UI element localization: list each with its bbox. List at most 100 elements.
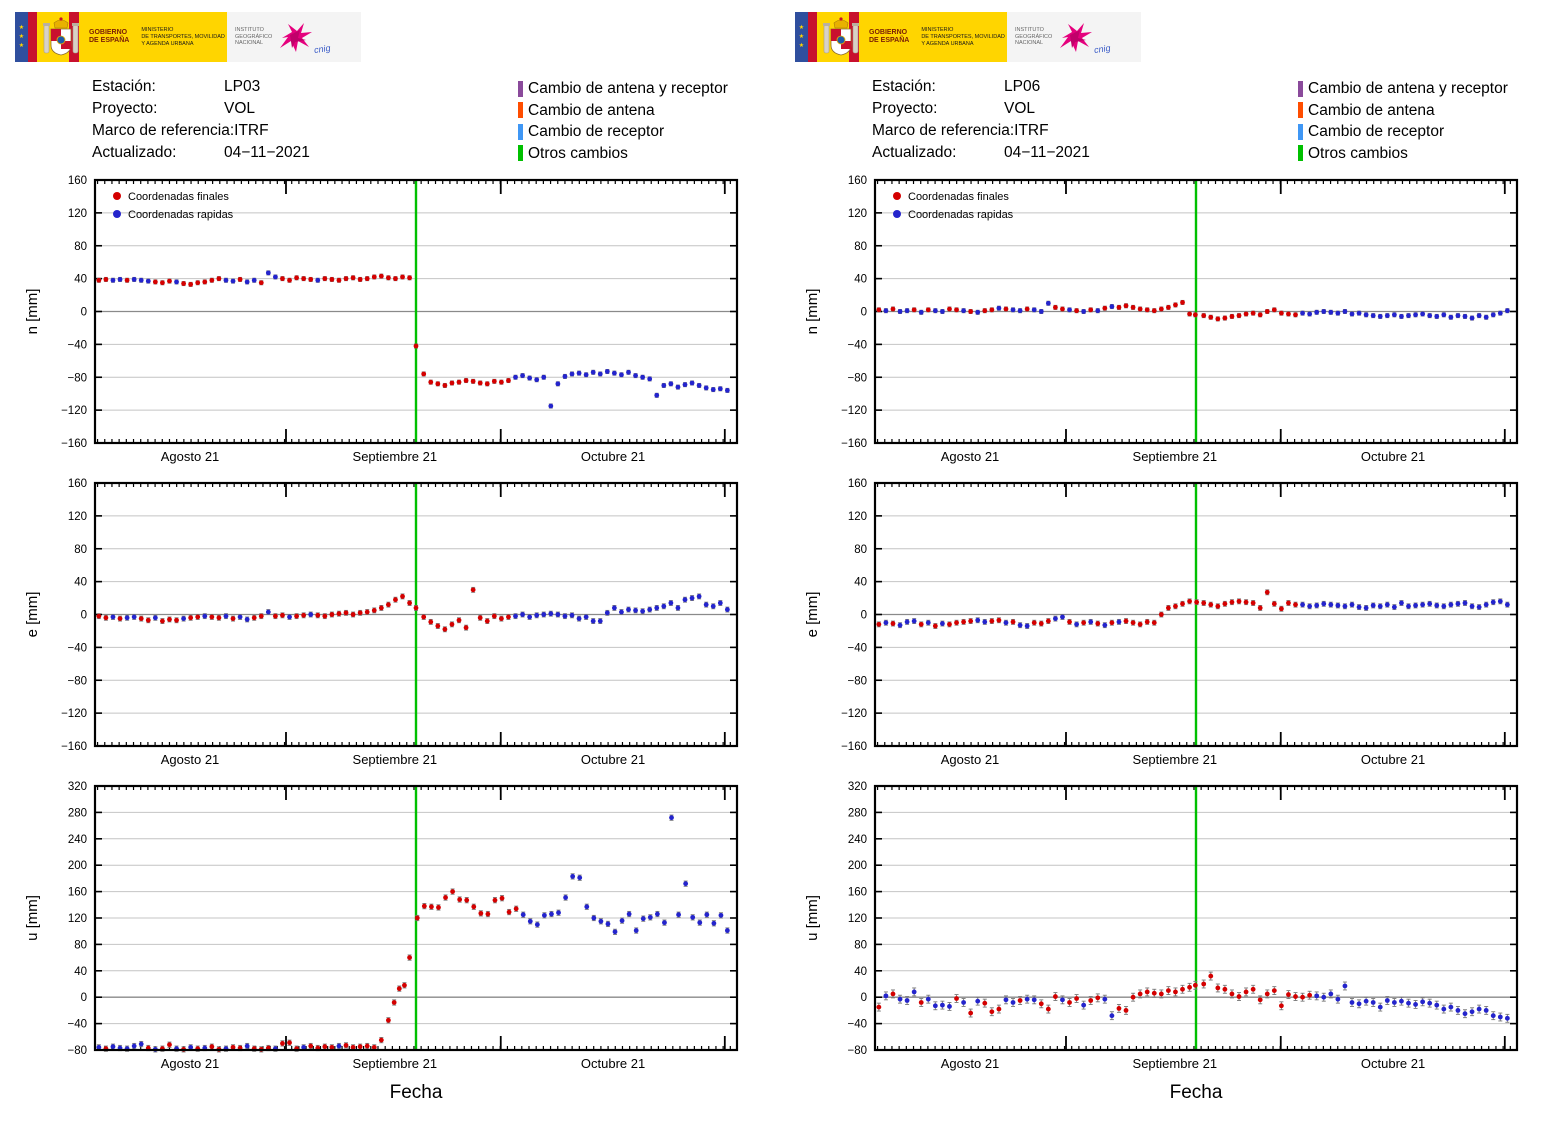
legend-item: Cambio de antena <box>1298 100 1508 122</box>
ministry-text: MINISTERIO DE TRANSPORTES, MOVILIDAD Y AGE… <box>921 26 1005 47</box>
svg-text:Septiembre 21: Septiembre 21 <box>353 752 438 767</box>
chart-lp03-e: −160 −120 −80 −40 0 40 80 120 160 Agosto 21 Septie… <box>15 473 760 774</box>
svg-text:40: 40 <box>854 577 867 589</box>
info-label: Marco de referencia: <box>92 122 235 139</box>
svg-text:160: 160 <box>68 887 87 899</box>
info-row: Actualizado: 04−11−2021 <box>872 142 1090 164</box>
info-label: Actualizado: <box>872 144 957 161</box>
legend-label: Cambio de antena y receptor <box>1308 80 1508 97</box>
legend-label: Cambio de receptor <box>528 123 665 140</box>
info-row: Marco de referencia: ITRF <box>872 120 1090 142</box>
info-label: Proyecto: <box>872 100 938 117</box>
legend-label: Otros cambios <box>1308 144 1408 162</box>
ministry-block: GOBIERNO DE ESPAÑA MINISTERIO DE TRANSPORT… <box>859 12 1007 62</box>
svg-text:Octubre 21: Octubre 21 <box>581 752 645 767</box>
legend-swatch <box>518 80 523 97</box>
info-label: Marco de referencia: <box>872 122 1015 139</box>
svg-text:Coordenadas rapidas: Coordenadas rapidas <box>128 209 234 221</box>
svg-text:−160: −160 <box>61 741 87 753</box>
svg-text:80: 80 <box>854 544 867 556</box>
svg-text:−80: −80 <box>847 1045 867 1057</box>
gobierno-text: GOBIERNO DE ESPAÑA <box>89 29 130 44</box>
svg-text:−40: −40 <box>847 642 867 654</box>
svg-text:Agosto 21: Agosto 21 <box>161 449 220 464</box>
svg-text:Agosto 21: Agosto 21 <box>941 752 1000 767</box>
svg-text:120: 120 <box>68 511 87 523</box>
page: ★ ★ ★ GOBIERNO DE ESPAÑA MINISTERIO DE T… <box>0 0 1560 1125</box>
svg-text:120: 120 <box>848 208 867 220</box>
svg-text:Octubre 21: Octubre 21 <box>581 449 645 464</box>
info-value: ITRF <box>1014 122 1049 139</box>
svg-text:80: 80 <box>74 544 87 556</box>
svg-text:120: 120 <box>68 913 87 925</box>
legend-item: Cambio de receptor <box>1298 121 1508 143</box>
svg-text:Septiembre 21: Septiembre 21 <box>353 449 438 464</box>
svg-text:160: 160 <box>848 175 867 187</box>
svg-text:Octubre 21: Octubre 21 <box>581 1056 645 1071</box>
legend-label: Cambio de receptor <box>1308 123 1445 140</box>
legend-swatch <box>1298 102 1303 119</box>
svg-text:40: 40 <box>74 966 87 978</box>
spain-flag: ★ ★ ★ <box>15 12 79 62</box>
svg-text:280: 280 <box>68 807 87 819</box>
svg-text:−160: −160 <box>841 438 867 450</box>
info-value: VOL <box>1004 100 1036 117</box>
info-value: VOL <box>224 100 256 117</box>
chart-lp03-n: −160 −120 −80 −40 0 40 80 120 160 Agosto 21 Septie… <box>15 170 760 471</box>
legend-swatch <box>1298 123 1303 140</box>
svg-text:240: 240 <box>848 834 867 846</box>
legend-swatch <box>518 145 523 162</box>
svg-text:−40: −40 <box>67 339 87 351</box>
svg-text:−160: −160 <box>61 438 87 450</box>
legend-item: Otros cambios <box>1298 143 1508 165</box>
legend-swatch <box>518 102 523 119</box>
svg-text:40: 40 <box>74 274 87 286</box>
svg-text:40: 40 <box>854 274 867 286</box>
ministry-text: MINISTERIO DE TRANSPORTES, MOVILIDAD Y AGE… <box>141 26 225 47</box>
svg-text:Fecha: Fecha <box>1170 1082 1223 1103</box>
legend-label: Otros cambios <box>528 144 628 162</box>
spain-flag: ★ ★ ★ <box>795 12 859 62</box>
coat-of-arms-icon <box>823 17 859 56</box>
svg-text:−40: −40 <box>67 1019 87 1031</box>
svg-text:80: 80 <box>854 939 867 951</box>
svg-text:−40: −40 <box>847 1019 867 1031</box>
ign-block: INSTITUTO GEOGRÁFICO NACIONAL cnig <box>1007 12 1141 62</box>
svg-text:Fecha: Fecha <box>390 1082 443 1103</box>
svg-text:40: 40 <box>854 966 867 978</box>
svg-text:u [mm]: u [mm] <box>804 895 821 941</box>
event-legend: Cambio de antena y receptor Cambio de an… <box>1298 78 1508 164</box>
svg-text:0: 0 <box>861 610 867 622</box>
chart-lp06-u: −80 −40 0 40 80 120 160 200 240 280 320 Agosto 21 Se… <box>795 776 1540 1115</box>
svg-text:Septiembre 21: Septiembre 21 <box>1133 449 1218 464</box>
svg-text:80: 80 <box>74 241 87 253</box>
legend-swatch <box>1298 145 1303 162</box>
legend-swatch <box>518 123 523 140</box>
ign-splash-icon <box>280 23 313 52</box>
info-label: Proyecto: <box>92 100 158 117</box>
cnig-signature: cnig <box>313 42 332 56</box>
svg-text:120: 120 <box>848 913 867 925</box>
info-label: Estación: <box>92 78 156 95</box>
svg-text:200: 200 <box>68 860 87 872</box>
svg-text:Agosto 21: Agosto 21 <box>941 449 1000 464</box>
svg-text:160: 160 <box>848 478 867 490</box>
svg-text:40: 40 <box>74 577 87 589</box>
station-info: Estación: LP06 Proyecto: VOL Marco de refe… <box>872 76 1090 164</box>
svg-text:e [mm]: e [mm] <box>804 592 821 638</box>
svg-text:Agosto 21: Agosto 21 <box>161 1056 220 1071</box>
government-logo: ★ ★ ★ GOBIERNO DE ESPAÑA MINISTERIO DE T… <box>795 12 1141 62</box>
cnig-signature: cnig <box>1093 42 1112 56</box>
svg-text:120: 120 <box>68 208 87 220</box>
svg-text:−120: −120 <box>61 708 87 720</box>
svg-text:Octubre 21: Octubre 21 <box>1361 1056 1425 1071</box>
chart-lp06-e: −160 −120 −80 −40 0 40 80 120 160 Agosto 21 Septie… <box>795 473 1540 774</box>
info-row: Actualizado: 04−11−2021 <box>92 142 310 164</box>
svg-text:200: 200 <box>848 860 867 872</box>
svg-text:n [mm]: n [mm] <box>804 289 821 335</box>
legend-label: Cambio de antena <box>528 101 655 119</box>
info-value: ITRF <box>234 122 269 139</box>
svg-text:Octubre 21: Octubre 21 <box>1361 752 1425 767</box>
legend-item: Otros cambios <box>518 143 728 165</box>
chart-lp06-n: −160 −120 −80 −40 0 40 80 120 160 Agosto 21 Septie… <box>795 170 1540 471</box>
